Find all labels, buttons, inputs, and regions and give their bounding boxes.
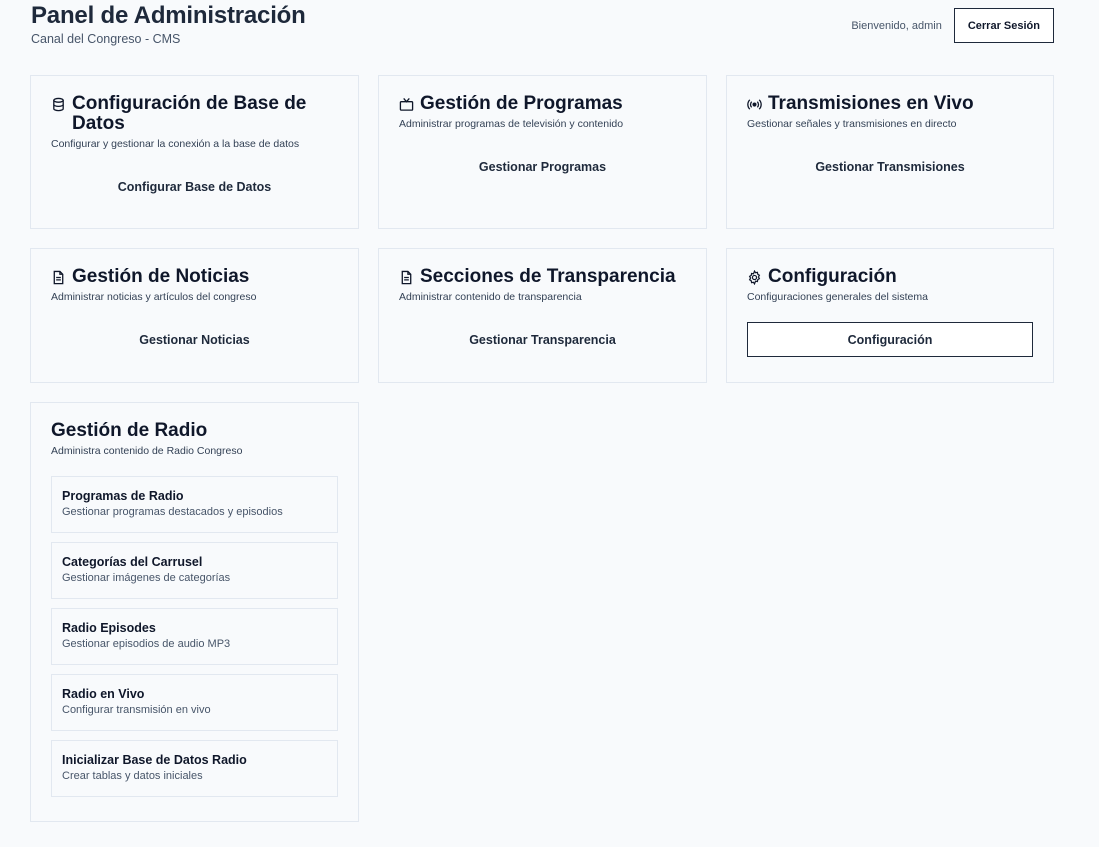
radio-item-title: Programas de Radio (62, 489, 184, 503)
card-programs: Gestión de Programas Administrar program… (378, 75, 707, 229)
radio-item-description: Gestionar episodios de audio MP3 (62, 638, 231, 650)
radio-item-live[interactable]: Radio en Vivo Configurar transmisión en … (51, 674, 338, 731)
manage-streams-button[interactable]: Gestionar Transmisiones (747, 149, 1033, 184)
card-title: Secciones de Transparencia (399, 267, 686, 287)
radio-item-programs[interactable]: Programas de Radio Gestionar programas d… (51, 476, 338, 533)
card-description: Configurar y gestionar la conexión a la … (51, 138, 300, 150)
header-user-area: Bienvenido, admin Cerrar Sesión (851, 8, 1054, 43)
card-transparency: Secciones de Transparencia Administrar c… (378, 248, 707, 383)
radio-item-description: Gestionar imágenes de categorías (62, 572, 231, 584)
radio-item-description: Configurar transmisión en vivo (62, 704, 211, 716)
card-title: Gestión de Radio (51, 421, 338, 441)
radio-items-list: Programas de Radio Gestionar programas d… (51, 476, 338, 797)
card-description: Administrar programas de televisión y co… (399, 118, 624, 130)
card-description: Administra contenido de Radio Congreso (51, 445, 243, 457)
radio-item-description: Crear tablas y datos iniciales (62, 770, 203, 782)
card-title-text: Gestión de Programas (420, 93, 623, 114)
card-description: Configuraciones generales del sistema (747, 291, 928, 303)
card-title-text: Secciones de Transparencia (420, 266, 676, 287)
card-description: Administrar noticias y artículos del con… (51, 291, 257, 303)
card-live-streams: Transmisiones en Vivo Gestionar señales … (726, 75, 1054, 229)
radio-item-init-database[interactable]: Inicializar Base de Datos Radio Crear ta… (51, 740, 338, 797)
manage-transparency-button[interactable]: Gestionar Transparencia (399, 322, 686, 357)
settings-button[interactable]: Configuración (747, 322, 1033, 357)
card-title-text: Transmisiones en Vivo (768, 93, 974, 114)
card-radio-management: Gestión de Radio Administra contenido de… (30, 402, 359, 822)
card-news: Gestión de Noticias Administrar noticias… (30, 248, 359, 383)
card-description: Gestionar señales y transmisiones en dir… (747, 118, 957, 130)
manage-news-button[interactable]: Gestionar Noticias (51, 322, 338, 357)
card-description: Administrar contenido de transparencia (399, 291, 582, 303)
logout-button[interactable]: Cerrar Sesión (953, 8, 1054, 43)
page-header: Panel de Administración Canal del Congre… (31, 2, 1054, 48)
welcome-text: Bienvenido, admin (851, 19, 942, 32)
card-settings: Configuración Configuraciones generales … (726, 248, 1054, 383)
card-title-text: Gestión de Radio (51, 420, 208, 441)
database-icon (51, 97, 66, 112)
radio-item-title: Categorías del Carrusel (62, 555, 203, 569)
card-title-text: Configuración de Base de Datos (72, 93, 307, 134)
configure-database-button[interactable]: Configurar Base de Datos (51, 169, 338, 204)
gear-icon (747, 270, 762, 285)
radio-item-carousel-categories[interactable]: Categorías del Carrusel Gestionar imágen… (51, 542, 338, 599)
tv-icon (399, 97, 414, 112)
manage-programs-button[interactable]: Gestionar Programas (399, 149, 686, 184)
document-icon (399, 270, 414, 285)
card-database-config: Configuración de Base de Datos Configura… (30, 75, 359, 229)
card-title: Gestión de Noticias (51, 267, 338, 287)
radio-item-title: Inicializar Base de Datos Radio (62, 753, 247, 767)
radio-item-title: Radio Episodes (62, 621, 156, 635)
card-title: Transmisiones en Vivo (747, 94, 1033, 114)
radio-item-description: Gestionar programas destacados y episodi… (62, 506, 283, 518)
radio-item-episodes[interactable]: Radio Episodes Gestionar episodios de au… (51, 608, 338, 665)
card-title: Gestión de Programas (399, 94, 686, 114)
card-title: Configuración (747, 267, 1033, 287)
card-title-text: Configuración (768, 266, 897, 287)
card-title-text: Gestión de Noticias (72, 266, 250, 287)
broadcast-icon (747, 97, 762, 112)
card-title: Configuración de Base de Datos (51, 94, 338, 134)
radio-item-title: Radio en Vivo (62, 687, 145, 701)
document-icon (51, 270, 66, 285)
